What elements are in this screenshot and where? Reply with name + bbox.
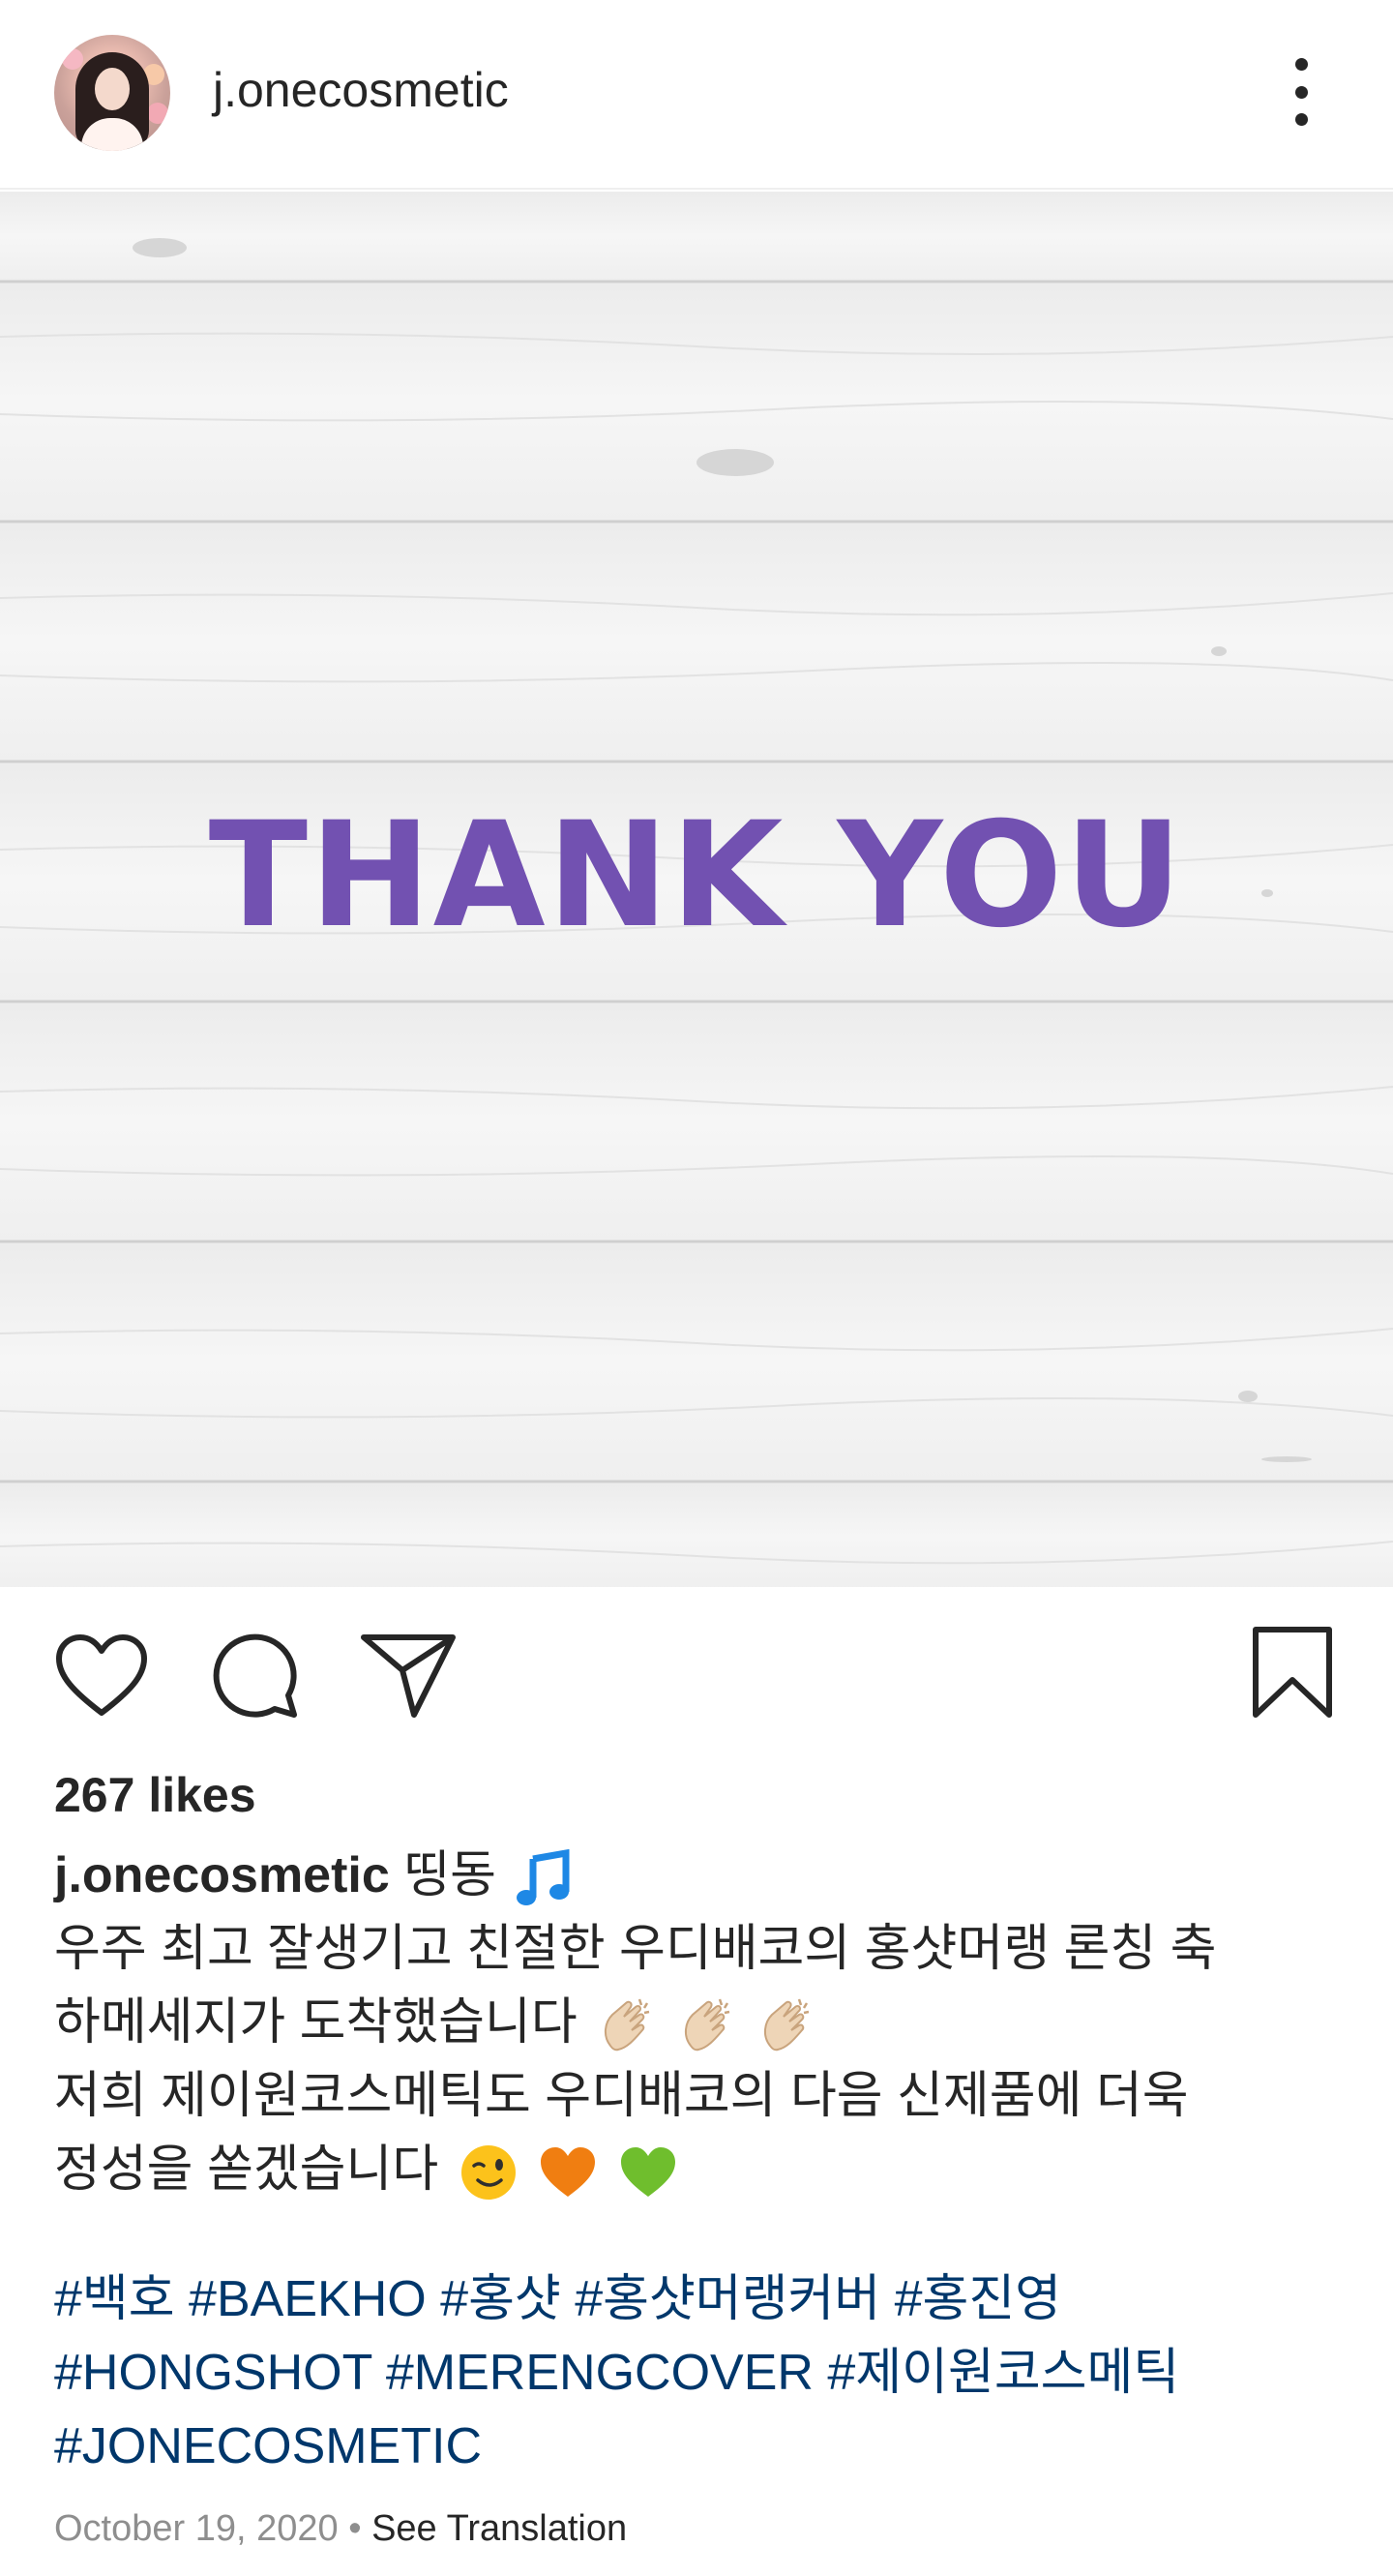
caption-line-5: 정성을 쏟겠습니다 <box>54 2133 1341 2206</box>
clapping-hands-emoji <box>605 1998 650 2052</box>
more-vertical-icon[interactable] <box>1282 58 1320 126</box>
caption-username[interactable]: j.onecosmetic <box>54 1847 390 1903</box>
clapping-hands-emoji <box>764 1998 810 2052</box>
see-translation-link[interactable]: See Translation <box>371 2508 627 2549</box>
musical-note-emoji <box>517 1849 570 1906</box>
post-date: October 19, 2020 <box>54 2508 339 2549</box>
caption-line-3: 하메세지가 도착했습니다 <box>54 1986 1341 2059</box>
caption-line-1: j.onecosmetic 띵동 <box>54 1839 1341 1912</box>
send-icon[interactable] <box>360 1632 457 1721</box>
post-actions <box>0 1587 1393 1742</box>
bookmark-icon[interactable] <box>1252 1626 1333 1719</box>
likes-count[interactable]: 267 likes <box>54 1767 256 1823</box>
caption-line-4: 저희 제이원코스메틱도 우디배코의 다음 신제품에 더욱 <box>54 2068 1189 2124</box>
hashtag-line-3[interactable]: #JONECOSMETIC <box>54 2410 1341 2483</box>
avatar[interactable] <box>54 35 170 151</box>
caption-line-5-text: 정성을 쏟겠습니다 <box>54 2142 439 2198</box>
green-heart-emoji <box>620 2147 675 2198</box>
winking-face-emoji <box>460 2145 516 2201</box>
caption-line-2: 우주 최고 잘생기고 친절한 우디배코의 홍샷머랭 론칭 축 <box>54 1921 1217 1977</box>
caption-line-3-text: 하메세지가 도착했습니다 <box>54 1994 578 2051</box>
post-header: j.onecosmetic <box>0 0 1393 190</box>
meta-separator: • <box>338 2508 372 2549</box>
hashtag-line-1[interactable]: #백호 #BAEKHO #홍샷 #홍샷머랭커버 #홍진영 <box>54 2262 1341 2336</box>
comment-icon[interactable] <box>211 1632 300 1721</box>
post-hashtags: #백호 #BAEKHO #홍샷 #홍샷머랭커버 #홍진영 #HONGSHOT #… <box>54 2262 1341 2483</box>
heart-icon[interactable] <box>54 1633 149 1719</box>
post-meta: October 19, 2020 • See Translation <box>54 2508 627 2550</box>
post-username[interactable]: j.onecosmetic <box>213 62 509 118</box>
hashtag-line-2[interactable]: #HONGSHOT #MERENGCOVER #제이원코스메틱 <box>54 2336 1341 2410</box>
clapping-hands-emoji <box>684 1998 729 2052</box>
caption-text: 띵동 <box>403 1847 496 1903</box>
image-thank-you-text: THANK YOU <box>208 792 1185 960</box>
post-image[interactable]: THANK YOU <box>0 192 1393 1587</box>
post-caption: j.onecosmetic 띵동 우주 최고 잘생기고 친절한 우디배코의 홍샷… <box>54 1839 1341 2206</box>
orange-heart-emoji <box>541 2147 596 2198</box>
